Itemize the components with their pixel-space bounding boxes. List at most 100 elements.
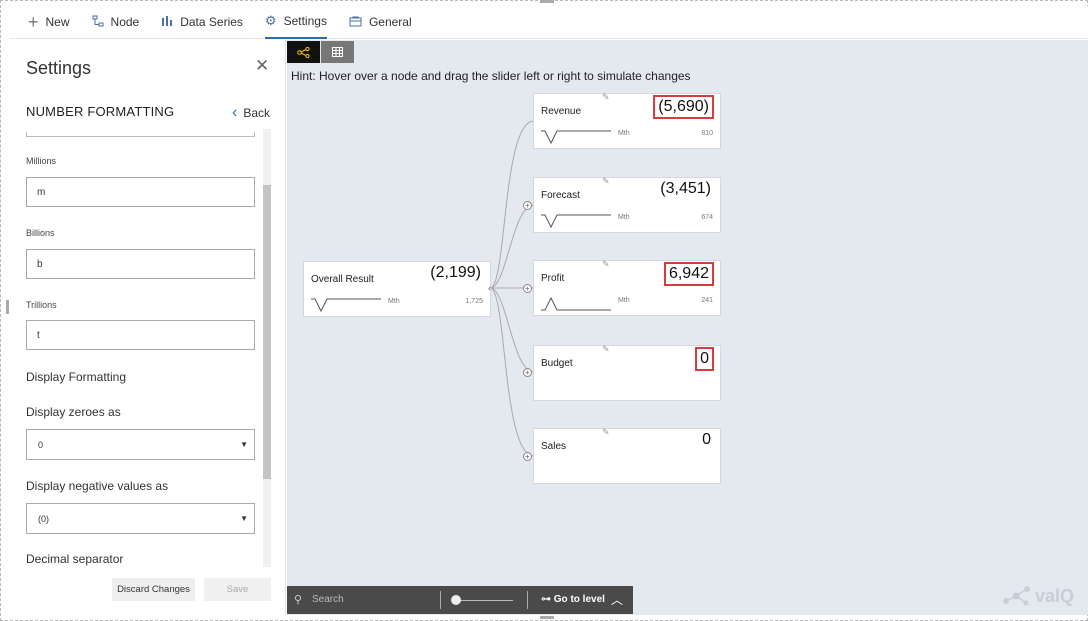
node-value-highlighted: (5,690) [653,95,714,119]
collapse-chevron-icon[interactable]: ‹ [488,281,496,295]
sparkline [541,130,611,145]
node-name: Forecast [541,190,580,201]
node-forecast[interactable]: ✎ Forecast (3,451) Mth 674 [533,176,721,233]
search-input[interactable]: Search [312,594,344,605]
node-profit[interactable]: ✎ Profit 6,942 Mth 241 [533,259,721,316]
node-value: 0 [702,431,711,448]
resize-handle-top[interactable] [540,0,554,3]
zeroes-label: Display zeroes as [26,405,121,419]
node-name: Revenue [541,106,582,117]
chevron-left-icon: ‹ [232,104,238,121]
node-number: 1,725 [465,298,483,305]
discard-changes-button[interactable]: Discard Changes [112,578,195,601]
divider [440,591,441,609]
negatives-label: Display negative values as [26,479,169,493]
go-to-level-label: Go to level [553,594,605,605]
logo-icon [1003,586,1030,606]
expand-node-icon[interactable]: + [523,368,532,377]
menu-general-label: General [368,15,412,29]
general-icon [349,15,362,30]
menu-node[interactable]: Node [92,6,140,39]
zoom-slider-track[interactable] [455,600,513,601]
node-revenue[interactable]: ✎ Revenue (5,690) Mth 810 [533,92,721,149]
sparkline [541,214,611,229]
zeroes-select-value: 0 [38,439,44,450]
save-button[interactable]: Save [204,578,271,601]
logo-text: valQ [1035,585,1075,606]
node-name: Sales [541,441,567,452]
sparkline [311,298,381,313]
node-value: (3,451) [660,180,711,197]
settings-panel: Settings ✕ NUMBER FORMATTING ‹ Back Mill… [10,40,286,615]
menu-general[interactable]: General [349,6,412,39]
close-icon[interactable]: ✕ [255,56,269,76]
negatives-select[interactable]: (0) ▼ [26,503,255,534]
menu-settings-label: Settings [283,14,327,28]
node-value-highlighted: 6,942 [663,262,714,286]
node-period: Mth [388,298,400,305]
pencil-icon[interactable]: ✎ [602,92,610,103]
settings-scroll-area[interactable]: Millions m Billions b Trillions t Displa… [10,132,286,572]
dropdown-arrow-icon: ▼ [240,514,248,523]
pencil-icon[interactable]: ✎ [602,427,610,438]
negatives-select-value: (0) [38,513,49,524]
settings-title: Settings [26,58,92,78]
dropdown-arrow-icon: ▼ [240,440,248,449]
search-icon[interactable]: ⚲ [294,593,302,606]
node-tree-icon [92,15,104,30]
pencil-icon[interactable]: ✎ [602,176,610,187]
expand-node-icon[interactable]: + [523,452,532,461]
pencil-icon[interactable]: ✎ [602,259,610,270]
valq-logo: valQ [1002,585,1074,607]
menu-new-label: New [45,15,70,29]
scrollbar-thumb[interactable] [263,185,271,479]
display-formatting-title: Display Formatting [26,370,127,384]
section-title: NUMBER FORMATTING [26,104,175,119]
millions-input[interactable]: m [26,177,255,207]
bar-chart-icon [161,15,173,30]
back-label: Back [243,106,271,120]
node-period: Mth [618,130,630,137]
trillions-input[interactable]: t [26,320,255,350]
zeroes-select[interactable]: 0 ▼ [26,429,255,460]
menu-node-label: Node [110,15,140,29]
node-number: 241 [701,297,713,304]
menu-data-series-label: Data Series [180,15,243,29]
chevron-up-icon[interactable]: ︿ [611,591,623,608]
node-name: Profit [541,273,565,284]
decimal-separator-label: Decimal separator [26,552,124,566]
menu-settings[interactable]: ⚙ Settings [264,6,327,39]
node-number: 810 [701,130,713,137]
back-button[interactable]: ‹ Back [232,104,271,121]
node-number: 674 [701,214,713,221]
node-sales[interactable]: ✎ Sales 0 [533,427,721,484]
node-name: Overall Result [311,274,374,285]
menu-new[interactable]: + New [28,6,70,39]
resize-handle-left[interactable] [6,300,9,314]
pencil-icon[interactable]: ✎ [602,344,610,355]
level-icon: ⊶ [541,594,554,605]
node-value-highlighted: 0 [695,347,714,371]
top-menu-bar: + New Node Data Series ⚙ Settings Genera… [10,6,1088,39]
node-overall-result[interactable]: Overall Result (2,199) Mth 1,725 [303,261,491,317]
node-period: Mth [618,214,630,221]
gear-icon: ⚙ [264,13,277,28]
millions-label: Millions [26,156,57,166]
sparkline [541,296,611,311]
node-budget[interactable]: ✎ Budget 0 [533,344,721,401]
bottom-toolbar: ⚲ Search ⊶ Go to level ︿ [287,586,633,614]
menu-data-series[interactable]: Data Series [161,6,243,39]
resize-handle-bottom[interactable] [540,616,554,619]
billions-input[interactable]: b [26,249,255,279]
node-value: (2,199) [430,264,481,281]
expand-node-icon[interactable]: + [523,201,532,210]
node-name: Budget [541,358,573,369]
go-to-level-button[interactable]: ⊶ Go to level [541,594,605,605]
trillions-label: Trillions [26,300,57,310]
partial-input[interactable] [26,132,255,137]
plus-icon: + [28,11,39,32]
zoom-slider-handle[interactable] [451,595,461,605]
node-period: Mth [618,297,630,304]
tree-canvas[interactable]: Hint: Hover over a node and drag the sli… [287,40,1088,615]
expand-node-icon[interactable]: + [523,284,532,293]
